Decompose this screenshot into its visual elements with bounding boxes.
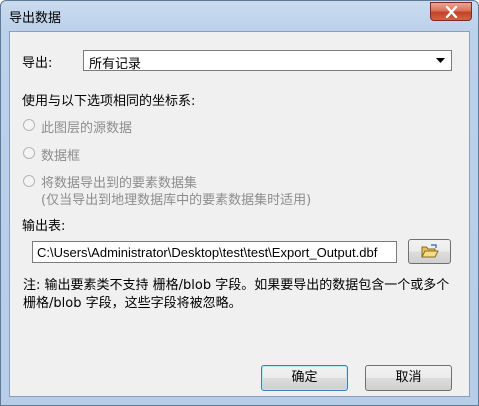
option-feature-dataset-sublabel: (仅当导出到地理数据库中的要素数据集时适用): [41, 193, 312, 208]
export-scope-select[interactable]: 所有记录: [83, 50, 452, 72]
cancel-button[interactable]: 取消: [365, 365, 452, 391]
export-data-dialog: 导出数据 导出: 所有记录 使用与以下选项相同的坐标系: 此图层的源数据 数据框…: [0, 0, 479, 406]
radio-source-data[interactable]: [23, 119, 35, 131]
dialog-title: 导出数据: [9, 11, 62, 26]
browse-button[interactable]: [408, 239, 451, 264]
coordinate-system-heading: 使用与以下选项相同的坐标系:: [22, 94, 196, 109]
folder-open-icon: [421, 244, 439, 258]
output-table-input[interactable]: C:\Users\Administrator\Desktop\test\test…: [32, 241, 397, 263]
output-table-label: 输出表:: [22, 219, 66, 234]
close-icon: [445, 6, 458, 18]
export-scope-value: 所有记录: [89, 57, 142, 72]
ok-button[interactable]: 确定: [261, 365, 348, 391]
option-data-frame-label: 数据框: [41, 149, 81, 164]
dialog-body: 导出: 所有记录 使用与以下选项相同的坐标系: 此图层的源数据 数据框 将数据导…: [9, 31, 470, 397]
title-bar: 导出数据: [1, 1, 478, 31]
chevron-down-icon[interactable]: [432, 52, 449, 69]
output-table-value: C:\Users\Administrator\Desktop\test\test…: [37, 245, 378, 260]
option-source-data-label: 此图层的源数据: [41, 121, 133, 136]
radio-feature-dataset[interactable]: [23, 175, 35, 187]
close-button[interactable]: [430, 2, 472, 21]
export-label: 导出:: [22, 56, 53, 71]
note-text: 注: 输出要素类不支持 栅格/blob 字段。如果要导出的数据包含一个或多个 栅…: [23, 278, 450, 311]
radio-data-frame[interactable]: [23, 147, 35, 159]
